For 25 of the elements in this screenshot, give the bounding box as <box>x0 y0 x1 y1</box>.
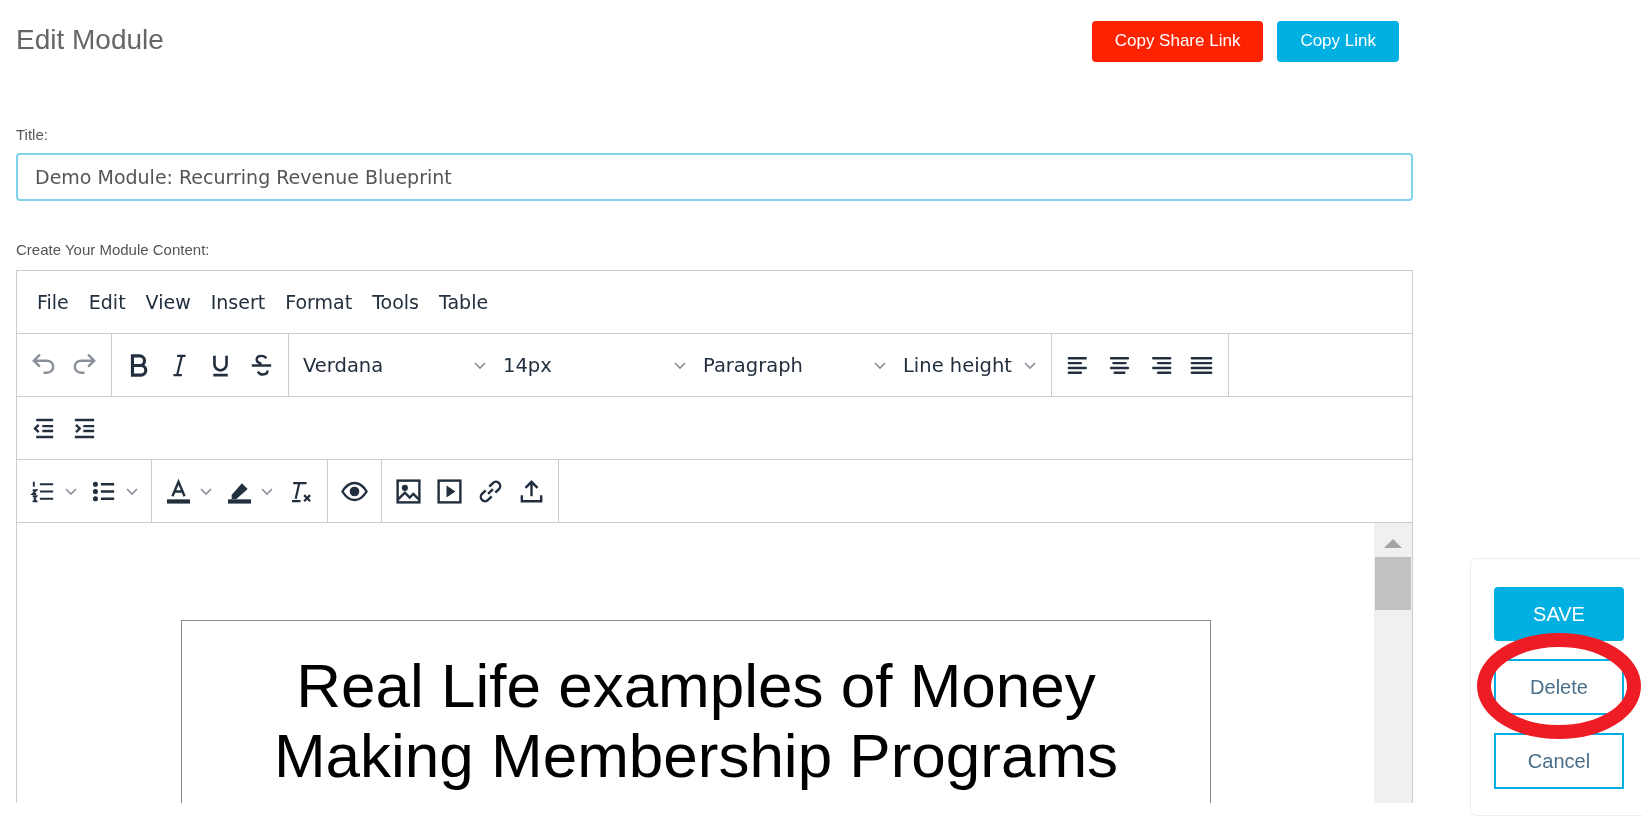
dropdown[interactable]: 14px <box>495 345 695 385</box>
dropdown[interactable]: Line height <box>895 345 1045 385</box>
menu-item[interactable]: Edit <box>78 291 136 313</box>
play-icon[interactable] <box>435 476 464 506</box>
copy-share-link-button[interactable]: Copy Share Link <box>1091 20 1264 62</box>
menu-item[interactable]: Tools <box>362 291 429 313</box>
delete-button[interactable]: Delete <box>1494 659 1624 715</box>
menu-item[interactable]: Insert <box>200 291 276 313</box>
dropdown[interactable]: Paragraph <box>695 345 895 385</box>
menu-item[interactable]: File <box>27 291 79 313</box>
scroll-thumb[interactable] <box>1375 557 1411 610</box>
dropdown[interactable]: Verdana <box>295 345 495 385</box>
slide-text: Making Membership Programs <box>273 721 1119 791</box>
image-icon[interactable] <box>394 476 423 506</box>
slide-text: Real Life examples of Money <box>296 651 1096 721</box>
page-title: Edit Module <box>16 23 165 57</box>
scrollbar[interactable] <box>1374 523 1412 803</box>
menu-item[interactable]: Format <box>275 291 363 313</box>
content-label: Create Your Module Content: <box>16 241 211 258</box>
title-label: Title: <box>16 126 49 143</box>
title-input[interactable]: Demo Module: Recurring Revenue Blueprint <box>16 153 1413 201</box>
cancel-button[interactable]: Cancel <box>1494 733 1624 789</box>
menu-item[interactable]: Table <box>428 291 499 313</box>
menu-item[interactable]: View <box>135 291 201 313</box>
text-color-icon[interactable] <box>164 476 193 506</box>
